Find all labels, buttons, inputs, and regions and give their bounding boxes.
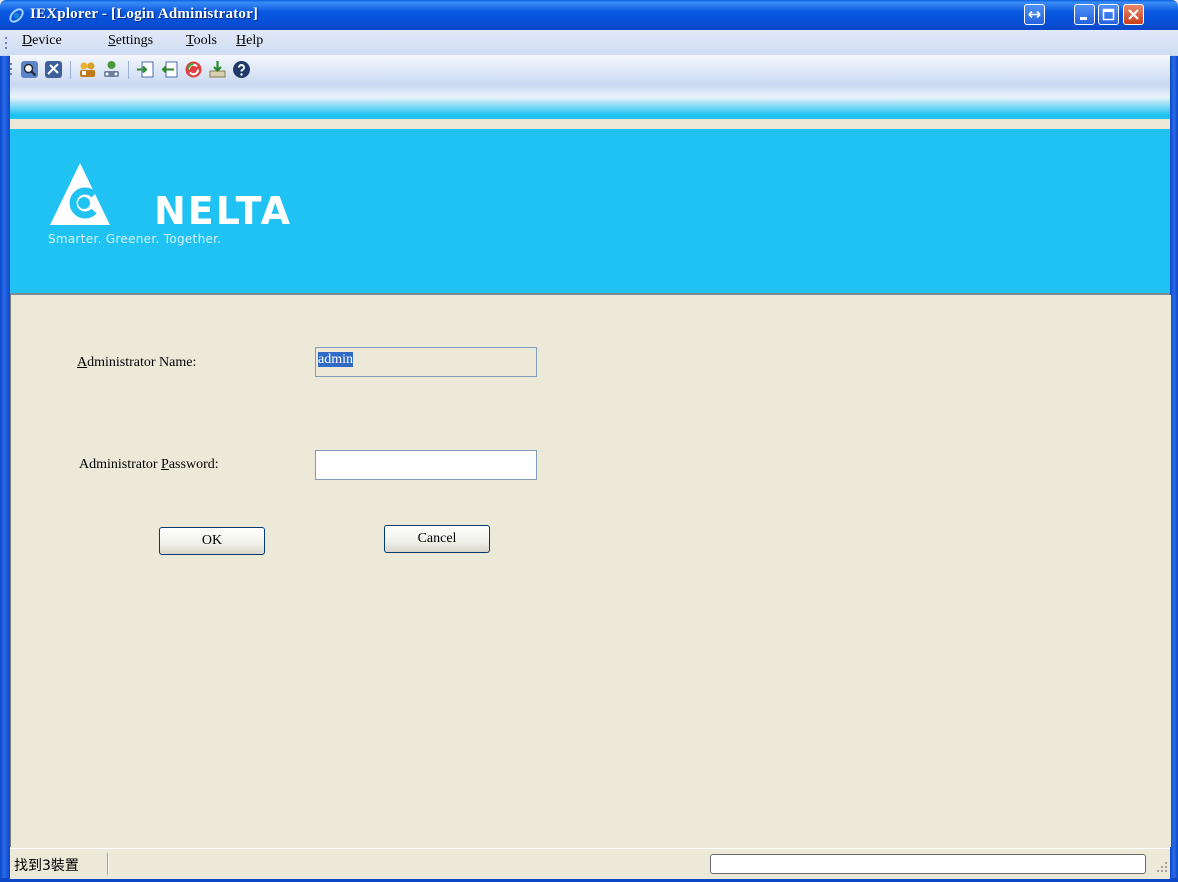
admin-password-label-prefix: Administrator <box>79 457 162 472</box>
menu-grip-icon <box>5 37 7 49</box>
app-window: IEXplorer - [Login Administrator] Device… <box>0 0 1178 882</box>
menu-settings[interactable]: Settings <box>108 33 153 49</box>
minimize-button[interactable] <box>1074 4 1095 25</box>
network-icon[interactable] <box>102 60 121 79</box>
menu-help-access-key: H <box>236 33 247 48</box>
window-border-right <box>1170 30 1178 882</box>
users-icon[interactable] <box>78 60 97 79</box>
resize-grip-icon[interactable] <box>1156 861 1168 873</box>
toolbar-grip-icon <box>10 63 12 75</box>
menu-device[interactable]: Device <box>22 33 62 49</box>
delta-logo-icon <box>50 163 110 225</box>
download-icon[interactable] <box>208 60 227 79</box>
cancel-button[interactable]: Cancel <box>384 525 490 553</box>
window-title: IEXplorer - [Login Administrator] <box>30 6 259 22</box>
admin-name-label: Administrator Name: <box>77 355 196 371</box>
admin-password-field[interactable] <box>315 450 537 480</box>
restore-size-button[interactable] <box>1024 4 1045 25</box>
menu-tools[interactable]: Tools <box>186 33 217 49</box>
menu-device-rest: evice <box>32 33 62 48</box>
menu-device-access-key: D <box>22 33 33 48</box>
menu-bar: Device Settings Tools Help <box>0 30 1178 56</box>
toolbar <box>10 55 1170 86</box>
admin-name-label-text: dministrator Name: <box>87 355 197 370</box>
search-device-icon[interactable] <box>20 60 39 79</box>
resize-arrows-icon <box>1028 10 1041 19</box>
menu-settings-access-key: S <box>108 33 116 48</box>
export-icon[interactable] <box>160 60 179 79</box>
admin-password-label: Administrator Password: <box>79 457 219 473</box>
status-separator <box>107 853 109 875</box>
close-icon <box>1128 9 1139 20</box>
minimize-icon <box>1080 17 1087 20</box>
login-form: Administrator Name: admin Administrator … <box>10 295 1171 847</box>
delta-tagline: Smarter. Greener. Together. <box>48 232 222 246</box>
help-icon[interactable] <box>232 60 251 79</box>
toolbar-separator <box>70 61 71 79</box>
import-icon[interactable] <box>136 60 155 79</box>
admin-name-value: admin <box>318 352 353 367</box>
menu-help-rest: elp <box>246 33 264 48</box>
admin-password-label-text: assword: <box>168 457 219 472</box>
delta-banner: NELTA Smarter. Greener. Together. <box>10 129 1170 294</box>
delta-wordmark: NELTA <box>154 189 293 233</box>
menu-tools-rest: ools <box>193 33 217 48</box>
close-button[interactable] <box>1123 4 1144 25</box>
maximize-button[interactable] <box>1098 4 1119 25</box>
progress-bar <box>710 854 1146 874</box>
ok-button[interactable]: OK <box>159 527 265 555</box>
admin-name-access-key: A <box>77 355 88 370</box>
app-icon <box>9 8 24 23</box>
refresh-icon[interactable] <box>184 60 203 79</box>
menu-tools-access-key: T <box>186 33 194 48</box>
window-border-left <box>0 30 10 882</box>
admin-password-access-key: P <box>161 457 169 472</box>
status-text: 找到3裝置 <box>14 858 79 874</box>
toolbar-separator <box>128 61 129 79</box>
setup-icon[interactable] <box>44 60 63 79</box>
menu-help[interactable]: Help <box>236 33 263 49</box>
maximize-icon <box>1102 8 1115 21</box>
title-bar[interactable]: IEXplorer - [Login Administrator] <box>0 0 1178 30</box>
menu-settings-rest: ettings <box>115 33 154 48</box>
admin-name-field[interactable]: admin <box>315 347 537 377</box>
banner-fade <box>10 85 1170 115</box>
status-bar: 找到3裝置 <box>10 848 1170 879</box>
